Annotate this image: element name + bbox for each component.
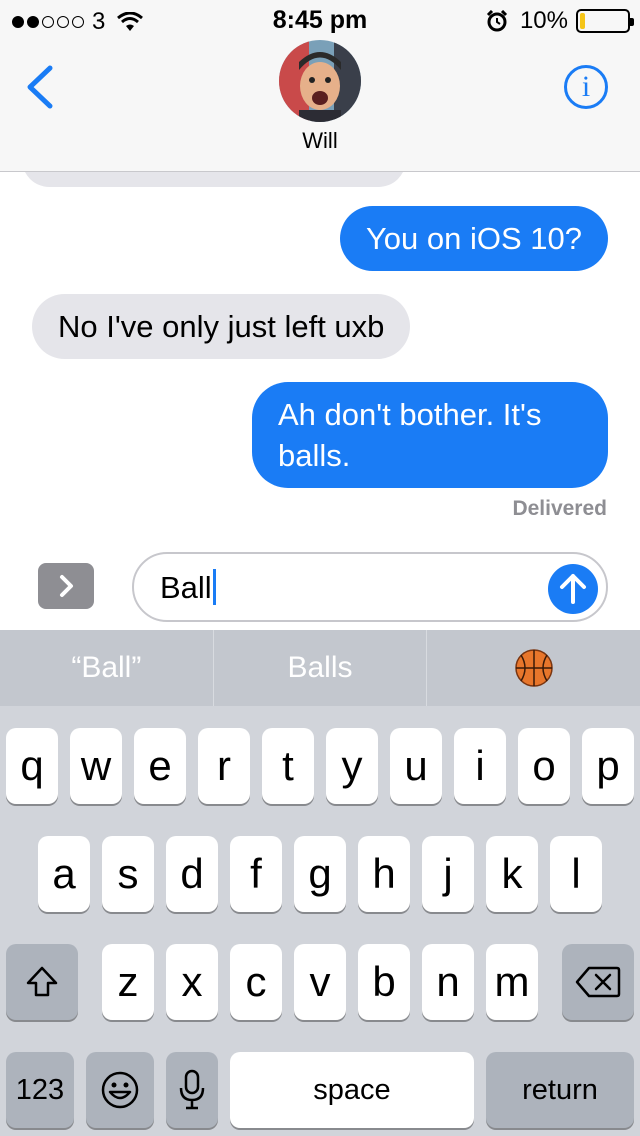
key-s[interactable]: s xyxy=(102,836,154,912)
suggestion-2[interactable]: Balls xyxy=(212,630,427,706)
suggestion-1[interactable]: “Ball” xyxy=(0,630,213,706)
message-bubble-outgoing[interactable]: Ah don't bother. It's balls. xyxy=(252,382,608,488)
arrow-up-icon xyxy=(560,574,586,604)
key-r[interactable]: r xyxy=(198,728,250,804)
key-u[interactable]: u xyxy=(390,728,442,804)
key-c[interactable]: c xyxy=(230,944,282,1020)
space-key[interactable]: space xyxy=(230,1052,474,1128)
key-e[interactable]: e xyxy=(134,728,186,804)
dictation-key[interactable] xyxy=(166,1052,218,1128)
emoji-icon xyxy=(101,1071,139,1109)
key-n[interactable]: n xyxy=(422,944,474,1020)
key-p[interactable]: p xyxy=(582,728,634,804)
key-l[interactable]: l xyxy=(550,836,602,912)
key-f[interactable]: f xyxy=(230,836,282,912)
key-a[interactable]: a xyxy=(38,836,90,912)
message-thread[interactable]: You on iOS 10? No I've only just left ux… xyxy=(0,172,640,542)
shift-key[interactable] xyxy=(6,944,78,1020)
keyboard: “Ball” Balls qwertyuiop asdfghjkl zxcvbn… xyxy=(0,630,640,1136)
key-k[interactable]: k xyxy=(486,836,538,912)
quicktype-bar: “Ball” Balls xyxy=(0,630,640,706)
key-v[interactable]: v xyxy=(294,944,346,1020)
return-key[interactable]: return xyxy=(486,1052,634,1128)
delete-key[interactable] xyxy=(562,944,634,1020)
key-w[interactable]: w xyxy=(70,728,122,804)
backspace-icon xyxy=(575,966,621,998)
key-g[interactable]: g xyxy=(294,836,346,912)
contact-name[interactable]: Will xyxy=(0,128,640,154)
message-bubble-incoming[interactable]: No I've only just left uxb xyxy=(32,294,411,359)
key-z[interactable]: z xyxy=(102,944,154,1020)
key-i[interactable]: i xyxy=(454,728,506,804)
back-button[interactable] xyxy=(24,64,56,110)
text-caret xyxy=(212,569,216,605)
key-o[interactable]: o xyxy=(518,728,570,804)
basketball-icon xyxy=(514,649,553,687)
composer-bar: Ball xyxy=(0,542,640,630)
apps-expand-button[interactable] xyxy=(38,563,94,609)
message-input[interactable]: Ball xyxy=(132,552,608,622)
chevron-left-icon xyxy=(27,65,53,109)
status-bar: 3 8:45 pm 10% xyxy=(0,0,640,40)
info-button[interactable]: i xyxy=(564,65,608,109)
chevron-right-icon xyxy=(60,575,73,597)
key-t[interactable]: t xyxy=(262,728,314,804)
emoji-key[interactable] xyxy=(86,1052,154,1128)
info-icon: i xyxy=(581,70,591,103)
key-m[interactable]: m xyxy=(486,944,538,1020)
numbers-key[interactable]: 123 xyxy=(6,1052,74,1128)
key-j[interactable]: j xyxy=(422,836,474,912)
alarm-icon xyxy=(486,10,508,32)
contact-avatar[interactable] xyxy=(279,40,361,122)
status-right: 10% xyxy=(486,7,634,35)
key-q[interactable]: q xyxy=(6,728,58,804)
message-input-value: Ball xyxy=(160,570,212,605)
shift-icon xyxy=(26,966,58,997)
battery-icon xyxy=(576,9,634,33)
delivery-status: Delivered xyxy=(512,497,607,520)
previous-message-bubble xyxy=(22,172,406,187)
key-b[interactable]: b xyxy=(358,944,410,1020)
microphone-icon xyxy=(179,1069,205,1110)
key-y[interactable]: y xyxy=(326,728,378,804)
key-h[interactable]: h xyxy=(358,836,410,912)
send-button[interactable] xyxy=(548,564,598,614)
message-input-text[interactable]: Ball xyxy=(160,569,216,606)
key-x[interactable]: x xyxy=(166,944,218,1020)
key-d[interactable]: d xyxy=(166,836,218,912)
avatar-photo xyxy=(279,40,361,122)
message-bubble-outgoing[interactable]: You on iOS 10? xyxy=(339,206,608,271)
suggestion-3[interactable] xyxy=(426,630,640,706)
battery-percent: 10% xyxy=(519,7,568,34)
